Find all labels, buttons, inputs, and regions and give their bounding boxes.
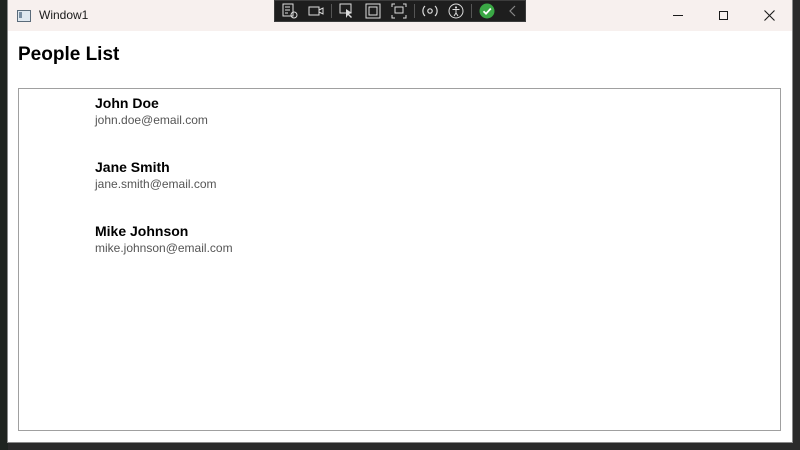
close-button[interactable] bbox=[746, 0, 792, 31]
toolbar-separator bbox=[471, 4, 472, 18]
list-item[interactable]: Jane Smith jane.smith@email.com bbox=[95, 159, 217, 192]
minimize-button[interactable] bbox=[655, 0, 701, 31]
close-icon bbox=[763, 10, 775, 21]
binding-ok-icon bbox=[479, 3, 495, 19]
record-button[interactable] bbox=[305, 1, 327, 21]
maximize-button[interactable] bbox=[700, 0, 746, 31]
person-email: mike.johnson@email.com bbox=[95, 241, 233, 255]
desktop-background bbox=[0, 0, 8, 450]
live-visual-tree-icon bbox=[282, 3, 298, 19]
record-icon bbox=[308, 6, 324, 16]
page-title: People List bbox=[18, 44, 120, 65]
accessibility-checker-button[interactable] bbox=[445, 1, 467, 21]
list-item[interactable]: John Doe john.doe@email.com bbox=[95, 95, 208, 128]
toolbar-separator bbox=[414, 4, 415, 18]
toolbar-separator bbox=[331, 4, 332, 18]
xaml-debug-toolbar bbox=[274, 0, 526, 22]
select-element-icon bbox=[339, 3, 352, 18]
person-email: john.doe@email.com bbox=[95, 113, 208, 127]
binding-status-button[interactable] bbox=[476, 1, 498, 21]
select-element-button[interactable] bbox=[336, 1, 358, 21]
display-layout-adorners-button[interactable] bbox=[362, 1, 384, 21]
app-window: Window1 People List John Doe john.doe@em… bbox=[8, 0, 792, 442]
hot-reload-button[interactable] bbox=[419, 1, 441, 21]
people-list[interactable]: John Doe john.doe@email.com Jane Smith j… bbox=[18, 88, 781, 431]
person-name: John Doe bbox=[95, 95, 159, 111]
track-focus-button[interactable] bbox=[388, 1, 410, 21]
window-app-icon bbox=[17, 10, 31, 22]
person-email: jane.smith@email.com bbox=[95, 177, 217, 191]
window-title: Window1 bbox=[39, 8, 89, 22]
track-focus-icon bbox=[391, 3, 407, 19]
live-visual-tree-button[interactable] bbox=[279, 1, 301, 21]
list-item[interactable]: Mike Johnson mike.johnson@email.com bbox=[95, 223, 233, 256]
display-layout-adorners-icon bbox=[365, 3, 381, 19]
hot-reload-icon bbox=[422, 5, 438, 17]
person-name: Mike Johnson bbox=[95, 223, 189, 239]
accessibility-icon bbox=[448, 3, 464, 19]
collapse-chevron-icon bbox=[509, 5, 516, 17]
minimize-icon bbox=[673, 15, 683, 16]
person-name: Jane Smith bbox=[95, 159, 170, 175]
maximize-icon bbox=[718, 11, 728, 20]
collapse-toolbar-button[interactable] bbox=[502, 1, 524, 21]
